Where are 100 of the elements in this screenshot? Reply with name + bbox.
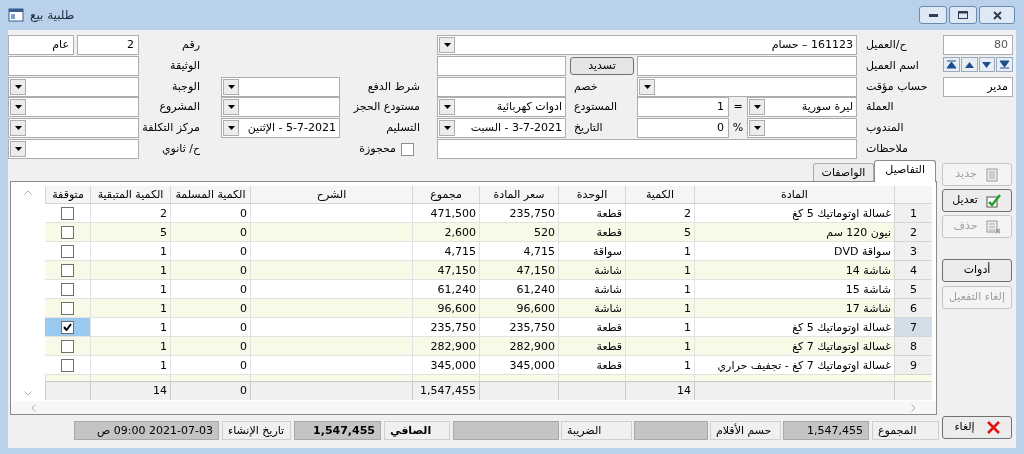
dropdown-field[interactable]: ادوات كهربائية [437, 97, 566, 118]
text-field[interactable]: 0 [637, 118, 729, 139]
column-header[interactable]: الكمية [625, 186, 694, 204]
dropdown-field[interactable]: 3-7-2021 - السبت [437, 118, 566, 139]
row-number-cell[interactable]: 6 [894, 299, 932, 318]
column-header[interactable]: متوقفة [45, 186, 90, 204]
checkbox[interactable] [61, 225, 74, 239]
dropdown-button[interactable] [223, 120, 239, 137]
checkbox[interactable] [61, 244, 74, 258]
checkbox[interactable] [61, 206, 74, 220]
close-button[interactable] [979, 6, 1015, 24]
dropdown-button[interactable] [10, 78, 26, 95]
status-value: 1,547,455 [294, 421, 381, 440]
record-nav-button[interactable] [943, 57, 960, 72]
record-nav-button[interactable] [960, 57, 978, 72]
checkbox[interactable] [61, 358, 74, 372]
text-field[interactable] [437, 55, 566, 76]
dropdown-field[interactable] [8, 76, 139, 97]
corner-header [894, 186, 932, 204]
column-header[interactable]: المادة [694, 186, 894, 204]
total-cell: 14 [90, 382, 170, 400]
row-number-cell[interactable]: 7 [894, 318, 932, 337]
record-nav-button[interactable] [978, 57, 996, 72]
checkbox[interactable] [61, 301, 74, 315]
dropdown-button[interactable] [10, 120, 26, 137]
field-label: المستودع [573, 99, 619, 116]
dropdown-button[interactable] [223, 99, 239, 116]
field-label: مستودع الحجز [352, 99, 421, 116]
column-header[interactable]: الوحدة [558, 186, 625, 204]
field-label: ح/ ثانوي [160, 141, 201, 158]
tab[interactable]: الواصفات [812, 163, 875, 181]
field-label: رقم [181, 37, 201, 53]
text-field[interactable]: 1 [637, 97, 729, 118]
text-field[interactable]: 2 [77, 35, 139, 55]
pay-button[interactable]: تسديد [570, 56, 634, 75]
dropdown-field[interactable]: ليرة سورية [747, 97, 857, 118]
column-header[interactable]: الكمية المتبقية [90, 186, 170, 204]
dropdown-button[interactable] [639, 78, 655, 95]
dropdown-field[interactable] [8, 139, 139, 160]
text-field[interactable] [437, 76, 566, 97]
checkbox-label: محجوزة [359, 140, 396, 157]
dropdown-field[interactable] [221, 97, 340, 118]
row-number-cell[interactable]: 8 [894, 337, 932, 356]
column-header[interactable]: مجموع [412, 186, 479, 204]
cancel-button[interactable]: إلغاء [942, 416, 1012, 439]
text-field[interactable] [637, 55, 857, 76]
field-label: ح/العميل [865, 37, 908, 53]
tab[interactable]: التفاصيل [874, 160, 936, 182]
row-number-cell[interactable]: 4 [894, 261, 932, 280]
bar-triangle-up-icon [945, 60, 957, 69]
row-number-cell[interactable]: 5 [894, 280, 932, 299]
column-header[interactable]: الشرح [250, 186, 412, 204]
dropdown-button[interactable] [749, 120, 765, 137]
record-number-field[interactable]: 80 [943, 35, 1013, 55]
dropdown-button[interactable] [439, 99, 455, 116]
horizontal-scrollbar[interactable] [11, 401, 936, 414]
field-label: اسم العميل [865, 57, 920, 74]
dropdown-field[interactable] [637, 76, 857, 97]
operator-sign: = [732, 99, 744, 116]
close-icon [986, 421, 1000, 434]
window-icon [8, 7, 24, 23]
dropdown-button[interactable] [749, 99, 765, 116]
dropdown-button[interactable] [223, 78, 239, 95]
checkbox[interactable] [61, 339, 74, 353]
window-title: طلبية بيع [30, 7, 75, 24]
dropdown-field[interactable] [8, 97, 139, 118]
dropdown-button[interactable] [10, 141, 26, 158]
status-label: تاريخ الإنشاء [222, 421, 291, 440]
dropdown-button[interactable] [439, 37, 455, 53]
minimize-button[interactable] [919, 6, 947, 24]
dropdown-field[interactable] [747, 118, 857, 139]
caret-down-icon [753, 105, 761, 110]
checkbox[interactable] [61, 282, 74, 296]
text-field[interactable]: عام [8, 35, 74, 55]
dropdown-button[interactable] [439, 120, 455, 137]
caret-down-icon [443, 105, 451, 110]
record-nav-button[interactable] [996, 57, 1013, 72]
dropdown-field[interactable]: 161123 – حسام [437, 35, 857, 55]
column-header[interactable]: الكمية المسلمة [170, 186, 250, 204]
dropdown-button[interactable] [10, 99, 26, 116]
checkbox[interactable] [401, 142, 414, 156]
row-number-cell[interactable]: 9 [894, 356, 932, 375]
row-number-cell[interactable]: 2 [894, 223, 932, 242]
user-field[interactable]: مدير [943, 77, 1013, 97]
row-number-cell[interactable]: 3 [894, 242, 932, 261]
dropdown-field[interactable]: 5-7-2021 - الإثنين [221, 118, 340, 139]
dropdown-field[interactable] [8, 118, 139, 139]
toolbar-button[interactable]: تعديل [942, 189, 1012, 212]
row-number-cell[interactable]: 1 [894, 204, 932, 223]
maximize-button[interactable] [949, 6, 977, 24]
checkbox[interactable] [61, 320, 74, 334]
dropdown-field[interactable] [221, 76, 340, 97]
text-field[interactable] [437, 139, 857, 160]
column-header[interactable]: سعر المادة [479, 186, 558, 204]
toolbar-button[interactable]: أدوات [942, 259, 1012, 282]
checkmark-icon [63, 323, 72, 331]
status-label: الصافي [384, 421, 450, 440]
text-field[interactable] [8, 55, 139, 76]
triangle-up-icon [963, 60, 975, 69]
checkbox[interactable] [61, 263, 74, 277]
